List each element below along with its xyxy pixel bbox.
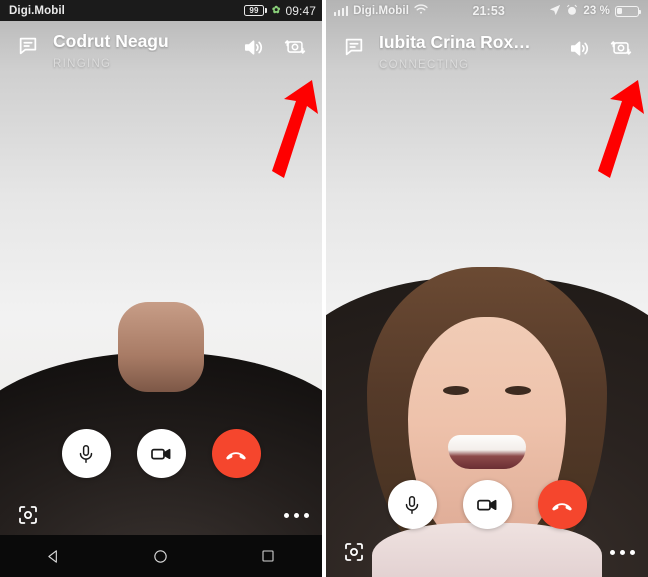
call-state-label: RINGING	[53, 58, 112, 70]
flip-camera-icon[interactable]	[280, 32, 310, 62]
mute-button[interactable]	[61, 429, 111, 478]
callee-name: Iubita Crina Rox…	[379, 32, 531, 52]
call-header: Iubita Crina Rox… CONNECTING	[326, 22, 648, 71]
video-toggle-button[interactable]	[136, 429, 186, 478]
leaf-icon: ✿	[271, 5, 281, 16]
alarm-clock-icon	[566, 4, 578, 19]
status-carrier-label: Digi.Mobil	[9, 4, 65, 17]
status-time-label: 21:53	[472, 4, 505, 18]
more-options-icon[interactable]	[610, 549, 635, 555]
call-state-label: CONNECTING	[379, 59, 470, 71]
battery-percent-label: 23 %	[583, 5, 611, 17]
nav-back-button[interactable]	[31, 535, 77, 577]
nav-home-button[interactable]	[138, 535, 184, 577]
speaker-icon[interactable]	[564, 33, 594, 63]
chat-bubble-icon[interactable]	[13, 31, 43, 61]
location-arrow-icon	[549, 4, 561, 19]
chat-bubble-icon[interactable]	[339, 32, 369, 62]
nav-recents-button[interactable]	[245, 535, 291, 577]
snapshot-capture-icon[interactable]	[339, 537, 369, 567]
video-feed-self-view[interactable]	[0, 0, 322, 577]
call-controls	[326, 480, 648, 529]
ios-status-bar: Digi.Mobil 21:53 23 %	[326, 0, 648, 22]
more-options-icon[interactable]	[284, 512, 309, 518]
battery-percent-label: 99	[243, 5, 264, 16]
signal-bars-icon	[334, 6, 349, 16]
call-header: Codrut Neagu RINGING	[0, 21, 322, 70]
call-bottom-bar	[326, 535, 648, 569]
speaker-icon[interactable]	[238, 32, 268, 62]
flip-camera-icon[interactable]	[606, 33, 636, 63]
battery-icon	[615, 5, 642, 17]
status-time-label: 09:47	[285, 3, 316, 18]
callee-name: Codrut Neagu	[53, 31, 169, 51]
end-call-button[interactable]	[211, 429, 261, 478]
ios-call-panel: Digi.Mobil 21:53 23 % Iubita Crina Rox… …	[326, 0, 648, 577]
call-controls	[0, 429, 322, 478]
android-status-bar: Digi.Mobil 99 ✿ 09:47	[0, 0, 322, 21]
snapshot-capture-icon[interactable]	[13, 500, 43, 530]
android-navigation-bar	[0, 535, 322, 577]
end-call-button[interactable]	[537, 480, 587, 529]
android-call-panel: Digi.Mobil 99 ✿ 09:47 Codrut Neagu RINGI…	[0, 0, 322, 577]
comparison-screenshot: Digi.Mobil 99 ✿ 09:47 Codrut Neagu RINGI…	[0, 0, 648, 577]
status-carrier-label: Digi.Mobil	[353, 5, 409, 17]
battery-icon: 99	[243, 5, 267, 16]
video-toggle-button[interactable]	[462, 480, 512, 529]
call-bottom-bar	[0, 498, 322, 532]
mute-button[interactable]	[387, 480, 437, 529]
wifi-icon	[414, 4, 428, 18]
